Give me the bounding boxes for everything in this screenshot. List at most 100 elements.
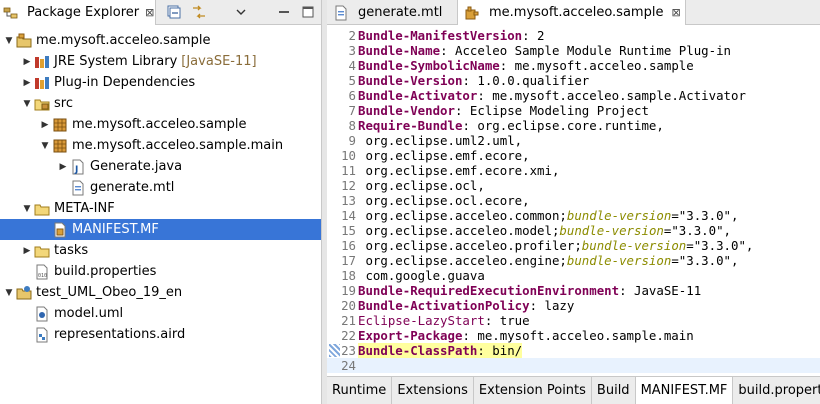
source-folder-icon [34,99,50,110]
modeling-project-icon [16,285,32,299]
tree-item[interactable]: 010 build.properties [0,261,321,282]
link-with-editor-button[interactable] [190,3,208,21]
manifest-file-icon [54,222,66,237]
collapsed-arrow-icon[interactable]: ▶ [20,76,34,90]
page-tab[interactable]: build.propertie [733,377,820,404]
code-token: Require-Bundle [358,118,463,133]
code-line[interactable]: 7 Bundle-Vendor: Eclipse Modeling Project [327,103,820,118]
collapsed-arrow-icon[interactable]: ▶ [20,244,34,258]
code-token: : Eclipse Modeling Project [454,103,649,118]
tree-item[interactable]: model.uml [0,303,321,324]
code-line[interactable]: 15 org.eclipse.acceleo.model;bundle-vers… [327,223,820,238]
line-number: 9 [348,133,356,148]
tree-item-label: test_UML_Obeo_19_en [36,285,183,300]
code-line[interactable]: 16 org.eclipse.acceleo.profiler;bundle-v… [327,238,820,253]
collapse-all-button[interactable] [165,3,183,21]
tree-item[interactable]: ▼ me.mysoft.acceleo.sample.main [0,135,321,156]
close-icon[interactable]: ⊠ [671,6,680,19]
code-line[interactable]: 17 org.eclipse.acceleo.engine;bundle-ver… [327,253,820,268]
manifest-source-editor[interactable]: 2 Bundle-ManifestVersion: 2 3 Bundle-Name: … [327,28,820,373]
view-menu-button[interactable] [232,3,250,21]
tree-item[interactable]: ▼ META-INF [0,198,321,219]
tree-item[interactable]: generate.mtl [0,177,321,198]
code-line[interactable]: 13 org.eclipse.ocl.ecore, [327,193,820,208]
expanded-arrow-icon[interactable]: ▼ [2,286,16,300]
tab-manifest-editor[interactable]: me.mysoft.acceleo.sample ⊠ [458,0,686,25]
code-line[interactable]: 4 Bundle-SymbolicName: me.mysoft.acceleo.… [327,58,820,73]
code-line[interactable]: 6 Bundle-Activator: me.mysoft.acceleo.sam… [327,88,820,103]
code-line[interactable]: 21 Eclipse-LazyStart: true [327,313,820,328]
tree-item[interactable]: representations.aird [0,324,321,345]
page-tab[interactable]: Extensions [392,377,474,404]
line-number: 14 [341,208,356,223]
maximize-icon [302,6,314,18]
code-token: : me.mysoft.acceleo.sample [499,58,694,73]
tab-package-explorer[interactable]: Package Explorer ⊠ [0,0,156,25]
code-line[interactable]: 5 Bundle-Version: 1.0.0.qualifier [327,73,820,88]
page-tab[interactable]: Extension Points [474,377,592,404]
tree-item[interactable]: ▼ src [0,93,321,114]
expanded-arrow-icon[interactable]: ▼ [20,202,34,216]
minimize-button[interactable] [275,3,293,21]
editor-tab-bar: generate.mtl me.mysoft.acceleo.sample ⊠ [327,0,820,25]
line-number: 5 [348,73,356,88]
line-number: 6 [348,88,356,103]
code-token: org.eclipse.emf.ecore, [358,148,530,163]
package-icon [53,139,67,152]
collapsed-arrow-icon[interactable]: ▶ [20,55,34,69]
code-line[interactable]: 23 Bundle-ClassPath: bin/ [327,343,820,358]
tree-item-label: me.mysoft.acceleo.sample [72,117,247,132]
maximize-button[interactable] [299,3,317,21]
tab-generate-mtl[interactable]: generate.mtl [327,0,458,25]
code-token: bundle-version [566,253,672,268]
project-icon [16,33,32,47]
code-line[interactable]: 18 com.google.guava [327,268,820,283]
code-token: : true [484,313,530,328]
line-number: 2 [348,28,356,43]
tree-item[interactable]: ▶ tasks [0,240,321,261]
page-tab[interactable]: Runtime [327,377,393,404]
tree-item[interactable]: ▶ JRE System Library [JavaSE-11] [0,51,321,72]
tree-item[interactable]: MANIFEST.MF [0,219,321,240]
code-token: : lazy [529,298,575,313]
code-line[interactable]: 2 Bundle-ManifestVersion: 2 [327,28,820,43]
expanded-arrow-icon[interactable]: ▼ [20,97,34,111]
line-number: 24 [341,358,356,373]
code-line[interactable]: 19 Bundle-RequiredExecutionEnvironment: J… [327,283,820,298]
expanded-arrow-icon[interactable]: ▼ [38,139,52,153]
code-line[interactable]: 10 org.eclipse.emf.ecore, [327,148,820,163]
page-tab[interactable]: MANIFEST.MF [635,377,734,404]
tree-item-label: model.uml [54,306,124,321]
code-line[interactable]: 14 org.eclipse.acceleo.common;bundle-ver… [327,208,820,223]
code-token: Bundle-Version [358,73,463,88]
expanded-arrow-icon[interactable]: ▼ [2,34,16,48]
chevron-down-icon [236,9,246,15]
code-line[interactable]: 11 org.eclipse.emf.ecore.xmi, [327,163,820,178]
line-number: 19 [341,283,356,298]
code-line[interactable]: 22 Export-Package: me.mysoft.acceleo.samp… [327,328,820,343]
code-line[interactable]: 20 Bundle-ActivationPolicy: lazy [327,298,820,313]
collapsed-arrow-icon[interactable]: ▶ [38,118,52,132]
code-line[interactable]: 9 org.eclipse.uml2.uml, [327,133,820,148]
code-line[interactable]: 24 [327,358,820,373]
tree-item-label: Plug-in Dependencies [54,75,196,90]
code-line[interactable]: 12 org.eclipse.ocl, [327,178,820,193]
tree-item[interactable]: ▶ Plug-in Dependencies [0,72,321,93]
code-token: org.eclipse.acceleo.common; [358,208,567,223]
code-line[interactable]: 3 Bundle-Name: Acceleo Sample Module Runt… [327,43,820,58]
library-icon [35,55,49,68]
view-title: Package Explorer [27,5,140,20]
tree-item[interactable]: ▶ J Generate.java [0,156,321,177]
line-number: 22 [341,328,356,343]
page-tab[interactable]: Build [592,377,636,404]
tree-item[interactable]: ▼ test_UML_Obeo_19_en [0,282,321,303]
tree-item[interactable]: ▶ me.mysoft.acceleo.sample [0,114,321,135]
code-line[interactable]: 8 Require-Bundle: org.eclipse.core.runtim… [327,118,820,133]
tree-item[interactable]: ▼ me.mysoft.acceleo.sample [0,30,321,51]
close-icon[interactable]: ⊠ [145,6,154,19]
collapsed-arrow-icon[interactable]: ▶ [56,160,70,174]
svg-text:J: J [74,165,78,175]
folder-icon [34,246,50,257]
